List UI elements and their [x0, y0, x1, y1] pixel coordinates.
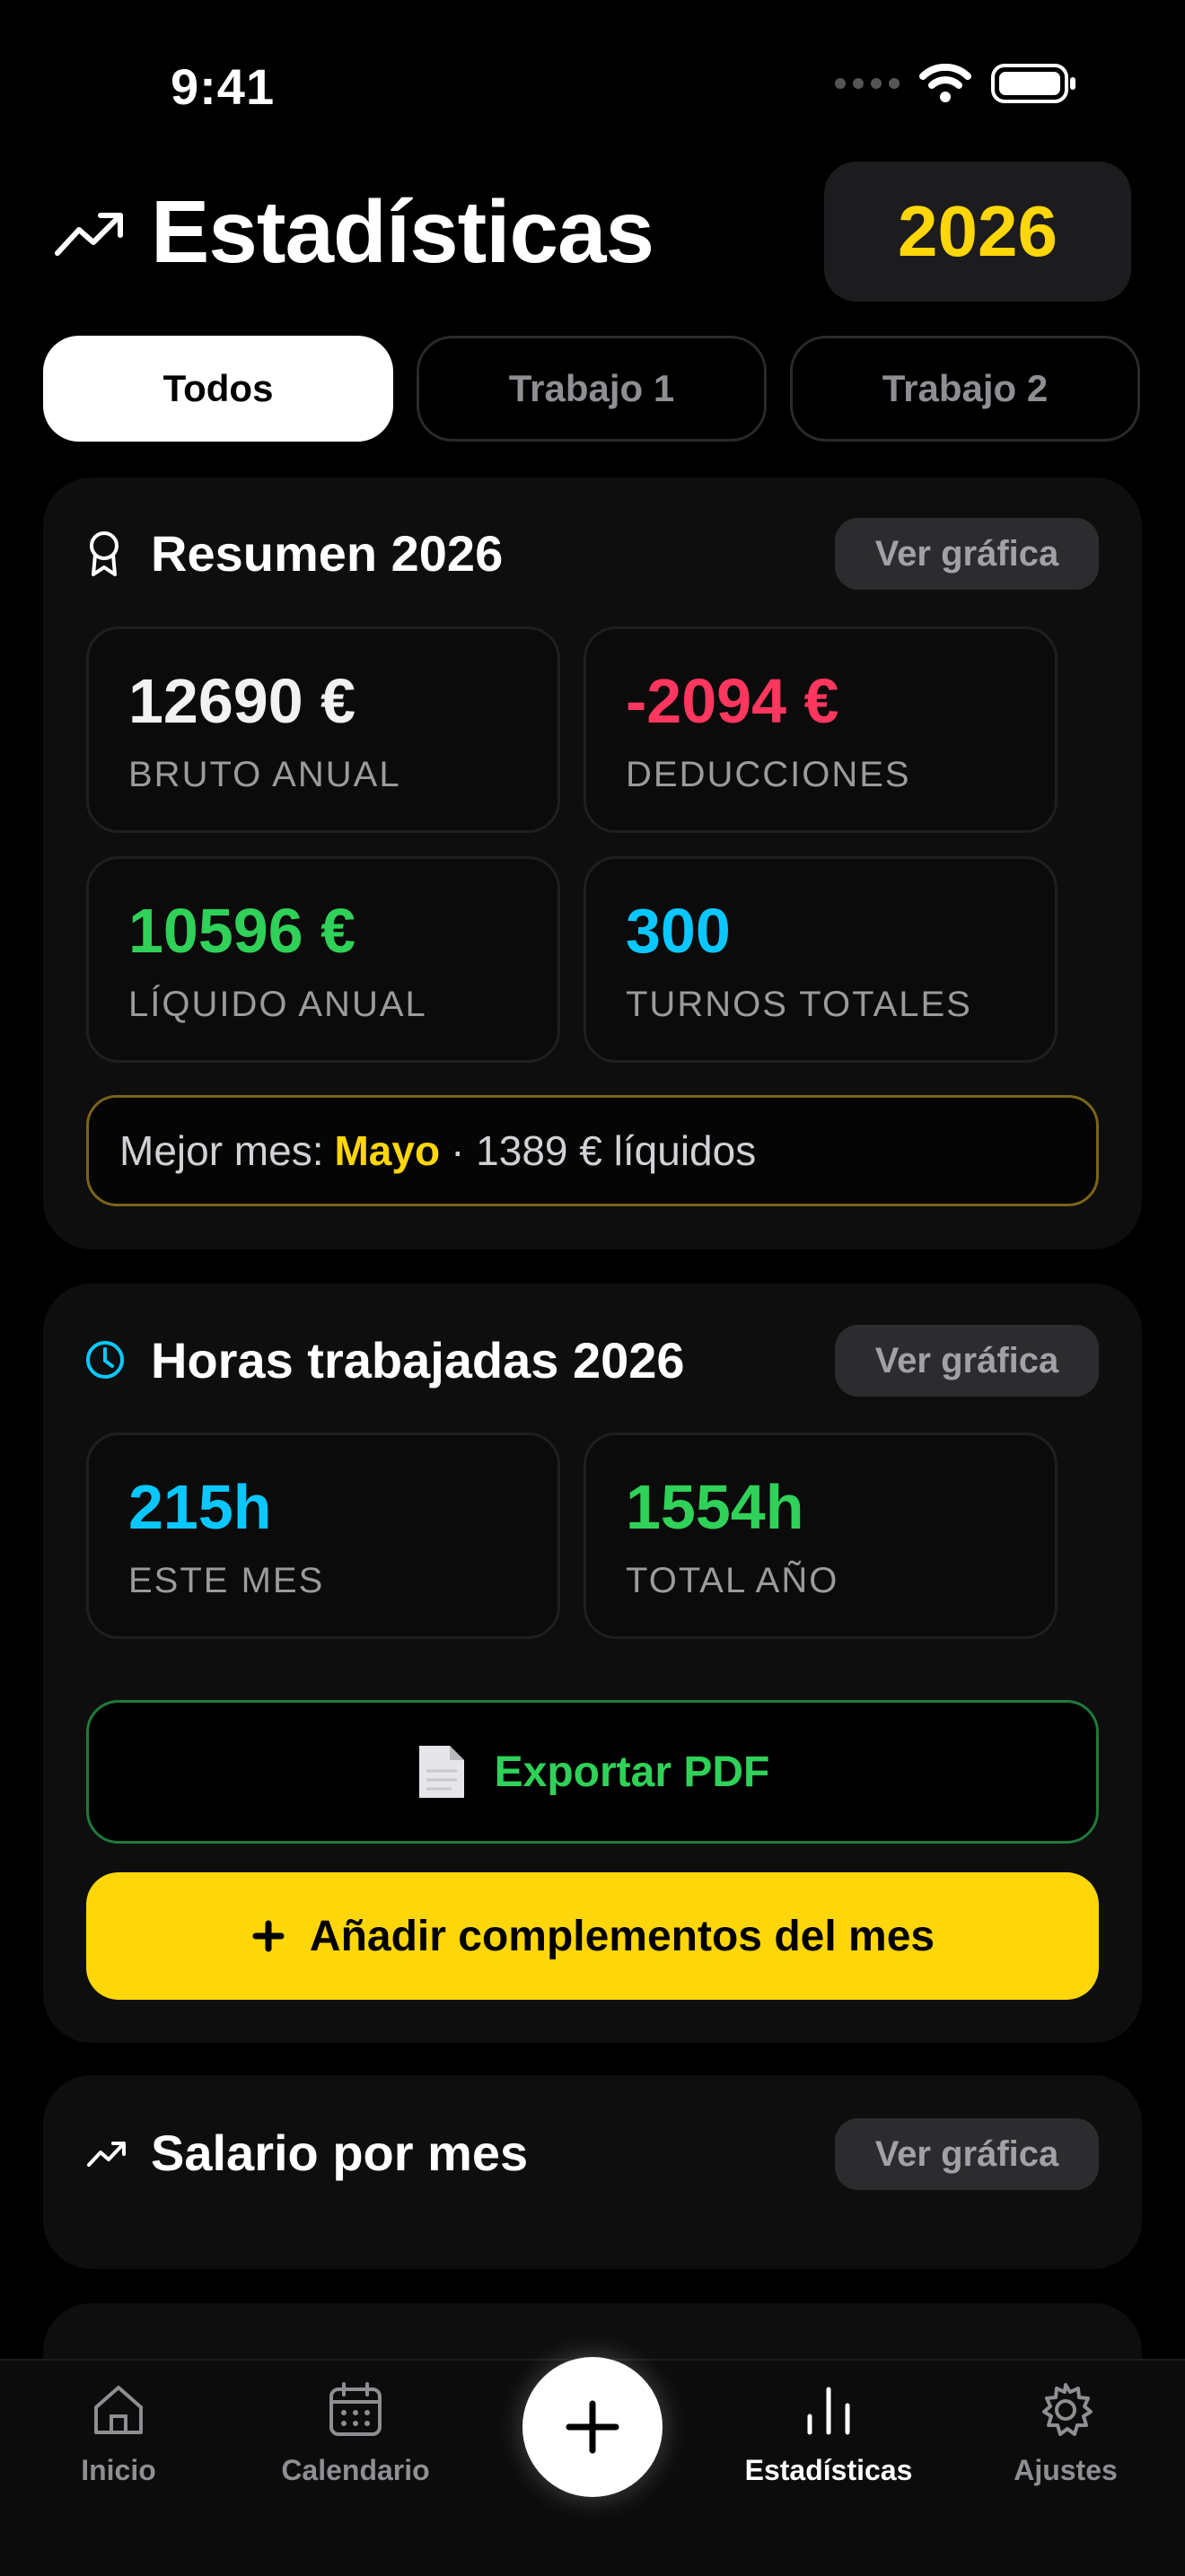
- summary-chart-button[interactable]: Ver gráfica: [835, 518, 1099, 590]
- tab-trabajo-1[interactable]: Trabajo 1: [417, 336, 767, 442]
- stat-label: TOTAL AÑO: [626, 1561, 839, 1600]
- home-icon: [94, 2386, 143, 2434]
- stat-label: ESTE MES: [128, 1561, 325, 1600]
- stat-label: LÍQUIDO ANUAL: [128, 985, 427, 1024]
- nav-estadisticas[interactable]: Estadísticas: [739, 2380, 918, 2487]
- stat-value: 215h: [128, 1472, 272, 1542]
- status-time: 9:41: [171, 58, 276, 115]
- export-pdf-button[interactable]: Exportar PDF: [86, 1700, 1099, 1844]
- gear-icon: [1042, 2383, 1093, 2436]
- add-complements-button[interactable]: Añadir complementos del mes: [86, 1872, 1099, 2000]
- hours-title: Horas trabajadas 2026: [151, 1332, 685, 1389]
- stat-label: DEDUCCIONES: [626, 755, 911, 794]
- stat-total-shifts: 300 TURNOS TOTALES: [584, 856, 1058, 1063]
- stat-hours-year: 1554h TOTAL AÑO: [584, 1433, 1058, 1639]
- stat-value: 1554h: [626, 1472, 804, 1542]
- best-month-prefix: Mejor mes:: [119, 1127, 324, 1174]
- stat-gross-annual: 12690 € BRUTO ANUAL: [86, 626, 560, 833]
- stat-value: -2094 €: [626, 666, 839, 736]
- year-selector-button[interactable]: 2026: [824, 162, 1131, 302]
- salary-title: Salario por mes: [151, 2125, 529, 2181]
- best-month-suffix: · 1389 € líquidos: [451, 1127, 757, 1174]
- clock-icon: [86, 1341, 124, 1379]
- signal-icon: [835, 78, 900, 89]
- status-icons: [835, 63, 1077, 104]
- plus-icon: [252, 1920, 285, 1952]
- tab-todos[interactable]: Todos: [43, 336, 393, 442]
- trending-up-icon: [87, 2142, 126, 2167]
- nav-label: Inicio: [81, 2454, 156, 2486]
- calendar-icon: [329, 2382, 382, 2436]
- export-pdf-label: Exportar PDF: [494, 1748, 770, 1796]
- best-month-banner: Mejor mes: Mayo · 1389 € líquidos: [86, 1095, 1099, 1206]
- nav-label: Estadísticas: [744, 2454, 913, 2486]
- nav-ajustes[interactable]: Ajustes: [976, 2380, 1155, 2487]
- stat-net-annual: 10596 € LÍQUIDO ANUAL: [86, 856, 560, 1063]
- stat-label: BRUTO ANUAL: [128, 755, 401, 794]
- stat-label: TURNOS TOTALES: [626, 985, 972, 1024]
- battery-icon: [991, 64, 1075, 103]
- bar-chart-icon: [807, 2387, 850, 2435]
- stat-value: 10596 €: [128, 896, 356, 966]
- nav-calendario[interactable]: Calendario: [266, 2380, 445, 2487]
- best-month-name: Mayo: [334, 1127, 441, 1174]
- page-title: Estadísticas: [151, 182, 654, 281]
- summary-title: Resumen 2026: [151, 525, 504, 582]
- nav-label: Calendario: [281, 2454, 430, 2486]
- add-complements-label: Añadir complementos del mes: [309, 1912, 935, 1960]
- add-shift-fab[interactable]: [522, 2357, 663, 2497]
- stat-value: 300: [626, 896, 731, 966]
- document-icon: [418, 1746, 464, 1798]
- nav-label: Ajustes: [1014, 2454, 1118, 2486]
- tab-trabajo-2[interactable]: Trabajo 2: [790, 336, 1140, 442]
- stat-deductions: -2094 € DEDUCCIONES: [584, 626, 1058, 833]
- stat-hours-month: 215h ESTE MES: [86, 1433, 560, 1639]
- nav-inicio[interactable]: Inicio: [29, 2380, 208, 2487]
- wifi-icon: [919, 64, 971, 102]
- salary-chart-button[interactable]: Ver gráfica: [835, 2118, 1099, 2190]
- award-icon: [90, 531, 118, 576]
- trending-up-icon: [55, 213, 123, 256]
- stat-value: 12690 €: [128, 666, 356, 736]
- plus-icon: [566, 2400, 619, 2454]
- hours-chart-button[interactable]: Ver gráfica: [835, 1325, 1099, 1397]
